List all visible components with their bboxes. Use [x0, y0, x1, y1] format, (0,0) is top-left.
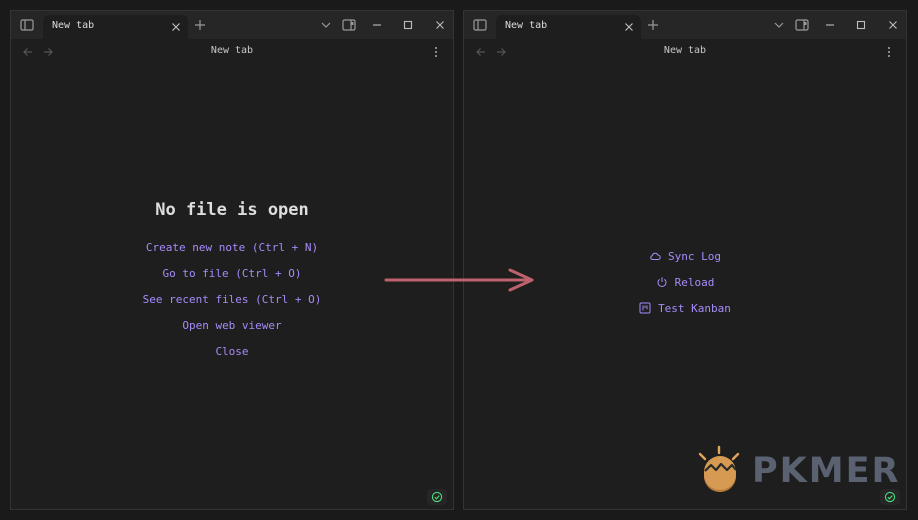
- chevron-down-icon[interactable]: [771, 17, 787, 33]
- maximize-icon[interactable]: [400, 17, 416, 33]
- close-window-icon[interactable]: [432, 17, 448, 33]
- close-window-icon[interactable]: [885, 17, 901, 33]
- left-window: New tab New tab No file is open Create n…: [10, 10, 454, 510]
- nav-bar: New tab: [464, 39, 906, 65]
- reload-label: Reload: [674, 276, 715, 289]
- more-options-icon[interactable]: [429, 45, 443, 59]
- sync-log-label: Sync Log: [668, 250, 721, 263]
- nav-bar: New tab: [11, 39, 453, 65]
- minimize-icon[interactable]: [822, 17, 838, 33]
- sidebar-toggle-icon[interactable]: [472, 17, 488, 33]
- view-title: New tab: [663, 45, 707, 56]
- kanban-icon: [639, 302, 651, 314]
- power-icon: [657, 277, 667, 287]
- create-new-note-link[interactable]: Create new note (Ctrl + N): [11, 237, 453, 263]
- check-circle-icon: [884, 491, 896, 503]
- test-kanban-label: Test Kanban: [658, 302, 731, 315]
- tab-bar: New tab: [11, 11, 453, 39]
- more-options-icon[interactable]: [882, 45, 896, 59]
- check-circle-icon: [431, 491, 443, 503]
- new-tab-icon[interactable]: [645, 17, 661, 33]
- right-sidebar-toggle-icon[interactable]: [341, 17, 357, 33]
- close-link[interactable]: Close: [11, 341, 453, 367]
- empty-state-title: No file is open: [155, 200, 309, 220]
- tab-title: New tab: [52, 20, 95, 31]
- right-sidebar-toggle-icon[interactable]: [794, 17, 810, 33]
- open-web-viewer-link[interactable]: Open web viewer: [11, 315, 453, 341]
- minimize-icon[interactable]: [369, 17, 385, 33]
- new-tab-icon[interactable]: [192, 17, 208, 33]
- tab-new-tab[interactable]: New tab: [496, 15, 641, 39]
- chevron-down-icon[interactable]: [318, 17, 334, 33]
- tab-title: New tab: [505, 20, 548, 31]
- close-tab-icon[interactable]: [621, 19, 637, 35]
- test-kanban-action[interactable]: Test Kanban: [464, 298, 906, 324]
- cloud-icon: [650, 252, 661, 260]
- transition-arrow-icon: [384, 268, 534, 292]
- pkmer-wordmark: PKMER: [752, 451, 901, 491]
- tab-bar: New tab: [464, 11, 906, 39]
- pkmer-logo: [698, 445, 740, 492]
- sync-status[interactable]: [880, 489, 900, 505]
- view-title: New tab: [210, 45, 254, 56]
- close-tab-icon[interactable]: [168, 19, 184, 35]
- right-window: New tab New tab Sync Log Reload Test Kan…: [463, 10, 907, 510]
- sidebar-toggle-icon[interactable]: [19, 17, 35, 33]
- sync-status[interactable]: [427, 489, 447, 505]
- maximize-icon[interactable]: [853, 17, 869, 33]
- tab-new-tab[interactable]: New tab: [43, 15, 188, 39]
- empty-state-actions: Create new note (Ctrl + N) Go to file (C…: [11, 237, 453, 367]
